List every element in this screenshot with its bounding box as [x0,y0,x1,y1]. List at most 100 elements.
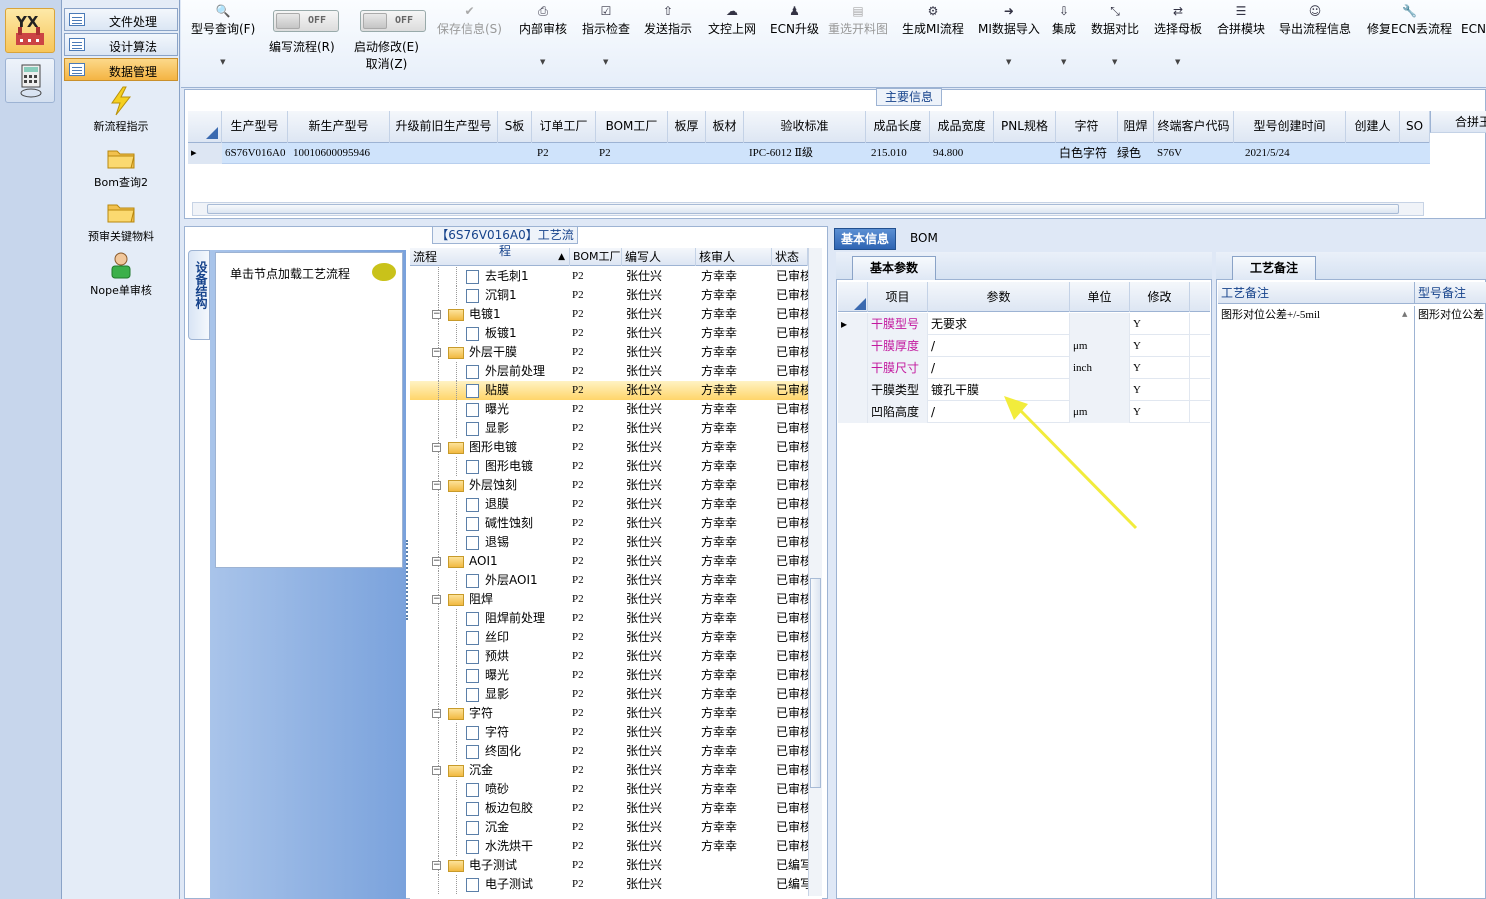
col-header[interactable]: 验收标准 [744,111,866,143]
tree-row[interactable]: 贴膜 P2 张仕兴 方幸幸 已审核 [410,381,808,400]
tree-row[interactable]: 预烘 P2 张仕兴 方幸幸 已审核 [410,647,808,666]
tree-row[interactable]: − 电子测试 P2 张仕兴 已编写 [410,856,808,875]
write-flow-toggle[interactable]: OFF [273,10,339,32]
horizontal-scrollbar[interactable] [192,202,1424,216]
col-header[interactable]: 成品长度 [866,111,930,143]
tab-device-structure[interactable]: 设备结构 [188,250,210,340]
shortcut-new-flow[interactable]: 新流程指示 [62,86,180,134]
col-header-process-note[interactable]: 工艺备注 [1218,282,1414,304]
integrate-button[interactable]: ⇩ 集成 ▼ [1052,4,1076,66]
tree-row[interactable]: 水洗烘干 P2 张仕兴 方幸幸 已审核 [410,837,808,856]
start-edit-toggle[interactable]: OFF [360,10,426,32]
collapse-toggle-icon[interactable]: − [432,766,441,775]
row-selector[interactable] [838,401,868,423]
tree-row[interactable]: 沉铜1 P2 张仕兴 方幸幸 已审核 [410,286,808,305]
cancel-label[interactable]: 取消(Z) [366,57,408,71]
ecn-upgrade-button[interactable]: ♟ ECN升级 [770,4,819,37]
save-info-button[interactable]: ✔ 保存信息(S) [437,4,502,37]
merge-module-button[interactable]: ☰ 合拼模块 [1217,4,1265,37]
send-instruction-button[interactable]: ⇧ 发送指示 [644,4,692,37]
col-header[interactable]: 新生产型号 [288,111,390,143]
collapse-toggle-icon[interactable]: − [432,443,441,452]
col-header[interactable]: 阻焊 [1118,111,1154,143]
tree-row[interactable]: − 沉金 P2 张仕兴 方幸幸 已审核 [410,761,808,780]
param-row[interactable]: 干膜厚度 / μm Y [838,335,1210,357]
scroll-thumb[interactable] [810,578,821,788]
param-row[interactable]: 干膜尺寸 / inch Y [838,357,1210,379]
col-header-param[interactable]: 参数 [928,282,1070,312]
col-header-item[interactable]: 项目 [868,282,928,312]
vertical-scrollbar[interactable] [808,248,822,896]
tree-row[interactable]: 板镀1 P2 张仕兴 方幸幸 已审核 [410,324,808,343]
tree-row[interactable]: 电子测试 P2 张仕兴 已编写 [410,875,808,894]
collapse-toggle-icon[interactable]: − [432,709,441,718]
col-header[interactable]: PNL规格 [994,111,1056,143]
merge-column-header[interactable]: 合拼王 [1430,111,1486,133]
tab-process-notes[interactable]: 工艺备注 [1232,256,1316,280]
col-header-status[interactable]: 状态 [772,248,808,266]
collapse-toggle-icon[interactable]: − [432,481,441,490]
tree-row[interactable]: − 阻焊 P2 张仕兴 方幸幸 已审核 [410,590,808,609]
tab-basic-params[interactable]: 基本参数 [852,256,936,280]
reselect-cutting-button[interactable]: ▤ 重选开料图 [828,4,888,37]
row-selector[interactable] [838,379,868,401]
col-header-bom[interactable]: BOM工厂 [570,248,622,266]
tree-row[interactable]: 退膜 P2 张仕兴 方幸幸 已审核 [410,495,808,514]
col-header[interactable]: 板厚 [668,111,706,143]
col-header-edit[interactable]: 修改 [1130,282,1190,312]
tree-row[interactable]: − 外层干膜 P2 张仕兴 方幸幸 已审核 [410,343,808,362]
col-header[interactable]: 终端客户代码 [1154,111,1234,143]
tree-row[interactable]: − 字符 P2 张仕兴 方幸幸 已审核 [410,704,808,723]
instruction-check-button[interactable]: ☑ 指示检查 ▼ [582,4,630,66]
tree-row[interactable]: 去毛刺1 P2 张仕兴 方幸幸 已审核 [410,267,808,286]
col-header[interactable]: BOM工厂 [596,111,668,143]
export-flow-button[interactable]: ☺ 导出流程信息 [1279,4,1351,37]
col-header[interactable]: SO [1400,111,1430,143]
process-note-value[interactable]: 图形对位公差+/-5mil [1221,306,1320,322]
tree-row[interactable]: 丝印 P2 张仕兴 方幸幸 已审核 [410,628,808,647]
collapse-toggle-icon[interactable]: − [432,557,441,566]
tree-row[interactable]: 外层AOI1 P2 张仕兴 方幸幸 已审核 [410,571,808,590]
tab-bom[interactable]: BOM [904,228,944,250]
col-header[interactable]: 型号创建时间 [1234,111,1346,143]
internal-review-button[interactable]: ⎙ 内部审核 ▼ [519,4,567,66]
param-value[interactable]: 无要求 [928,313,1070,335]
select-master-board-button[interactable]: ⇄ 选择母板 ▼ [1154,4,1202,66]
model-note-value[interactable]: 图形对位公差 [1418,306,1484,322]
col-header-reviewer[interactable]: 核审人 [696,248,772,266]
row-selector[interactable] [838,335,868,357]
col-header-model-note[interactable]: 型号备注 [1414,282,1486,304]
tree-row[interactable]: 碱性蚀刻 P2 张仕兴 方幸幸 已审核 [410,514,808,533]
shortcut-bom-query[interactable]: Bom查询2 [62,142,180,190]
col-header[interactable]: 创建人 [1346,111,1400,143]
tree-row[interactable]: 字符 P2 张仕兴 方幸幸 已审核 [410,723,808,742]
tree-row[interactable]: 终固化 P2 张仕兴 方幸幸 已审核 [410,742,808,761]
scroll-thumb[interactable] [207,204,1399,214]
param-value[interactable]: / [928,335,1070,357]
generate-mi-flow-button[interactable]: ⚙ 生成MI流程 [902,4,964,37]
fix-ecn-button[interactable]: 🔧 修复ECN丢流程 [1367,4,1452,37]
nav-item-file-processing[interactable]: 文件处理 [64,8,178,31]
ecn-cut-button[interactable]: ECN自 [1461,4,1486,37]
scroll-up-icon[interactable]: ▲ [1402,310,1407,318]
calculator-button[interactable] [5,58,55,103]
tree-row[interactable]: 沉金 P2 张仕兴 方幸幸 已审核 [410,818,808,837]
tree-row[interactable]: 退锡 P2 张仕兴 方幸幸 已审核 [410,533,808,552]
tree-row[interactable]: 喷砂 P2 张仕兴 方幸幸 已审核 [410,780,808,799]
tree-row[interactable]: 板边包胶 P2 张仕兴 方幸幸 已审核 [410,799,808,818]
col-header[interactable]: 生产型号 [222,111,288,143]
collapse-toggle-icon[interactable]: − [432,595,441,604]
tree-row[interactable]: − AOI1 P2 张仕兴 方幸幸 已审核 [410,552,808,571]
col-header-writer[interactable]: 编写人 [622,248,696,266]
tree-row[interactable]: 阻焊前处理 P2 张仕兴 方幸幸 已审核 [410,609,808,628]
col-header[interactable]: S板 [498,111,532,143]
tree-row[interactable]: 图形电镀 P2 张仕兴 方幸幸 已审核 [410,457,808,476]
tree-row[interactable]: − 电镀1 P2 张仕兴 方幸幸 已审核 [410,305,808,324]
tree-row[interactable]: 显影 P2 张仕兴 方幸幸 已审核 [410,685,808,704]
data-compare-button[interactable]: ⤡ 数据对比 ▼ [1091,4,1139,66]
tree-row[interactable]: 曝光 P2 张仕兴 方幸幸 已审核 [410,666,808,685]
param-row[interactable]: ▸ 干膜型号 无要求 Y [838,313,1210,335]
collapse-toggle-icon[interactable]: − [432,310,441,319]
shortcut-prereview-material[interactable]: 预审关键物料 [62,196,180,244]
col-header[interactable]: 升级前旧生产型号 [390,111,498,143]
